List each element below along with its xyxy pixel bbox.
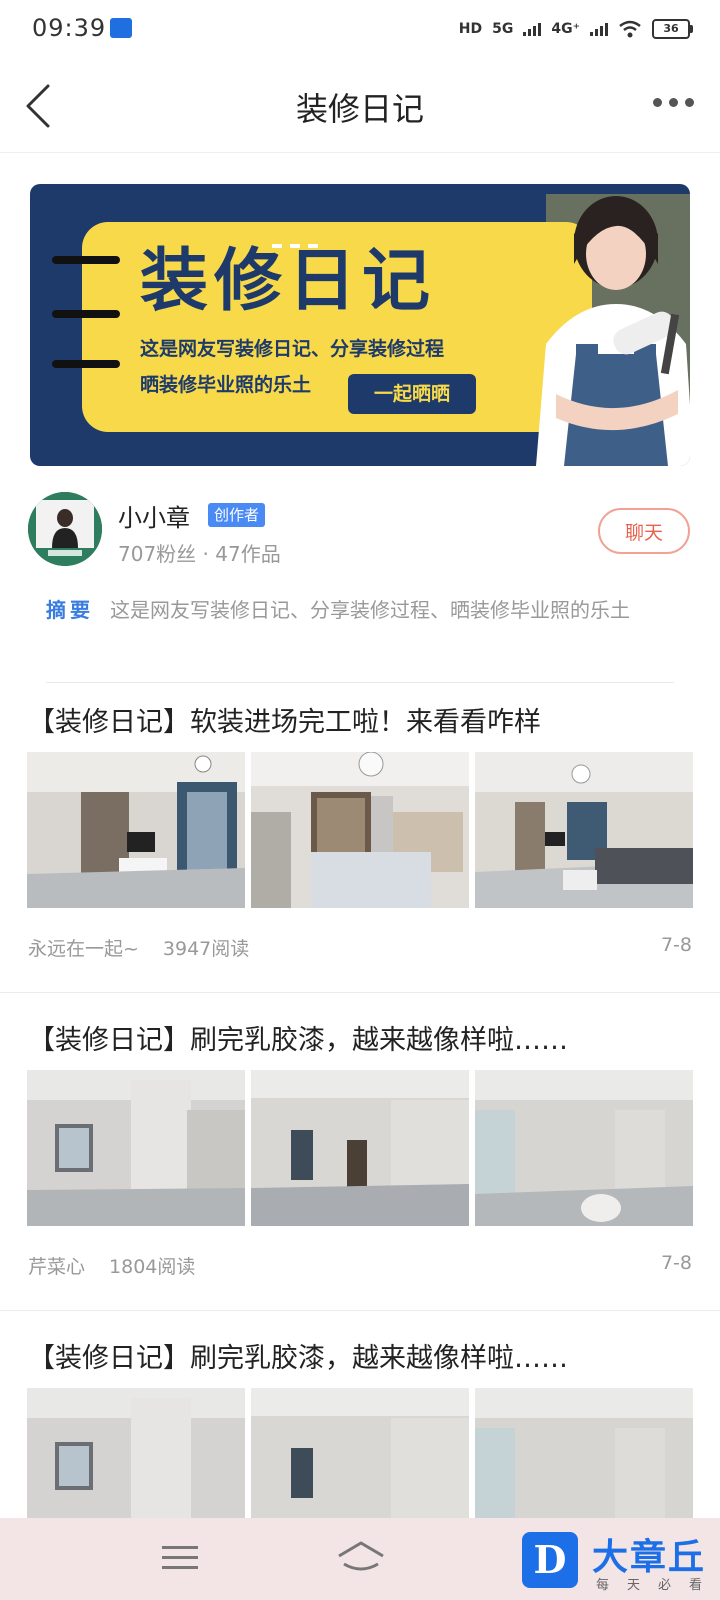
room-photo[interactable] — [27, 752, 245, 908]
article-meta: 永远在一起~ 3947阅读 — [28, 934, 249, 961]
banner-subtitle: 这是网友写装修日记、分享装修过程 — [140, 338, 445, 360]
battery-icon: 36 — [652, 19, 693, 39]
summary-label: 摘要 — [46, 598, 94, 622]
banner-person-image — [536, 194, 690, 466]
notebook-ring-icon — [52, 310, 120, 318]
article-author: 永远在一起~ — [28, 938, 139, 960]
article-date: 7-8 — [660, 1252, 692, 1274]
notification-app-icon — [110, 18, 132, 38]
article-card[interactable]: 【装修日记】刷完乳胶漆，越来越像样啦…… — [0, 1336, 720, 1518]
top-app-bar: 装修日记 — [0, 60, 720, 153]
article-card[interactable]: 【装修日记】刷完乳胶漆，越来越像样啦…… 芹菜心 1804阅读 7-8 — [0, 1018, 720, 1312]
logo-subtitle: 每天必看 — [596, 1578, 720, 1593]
divider — [0, 992, 720, 993]
room-photo[interactable] — [475, 1070, 693, 1226]
bottom-navigation-bar: D 大章丘 每天必看 — [0, 1518, 720, 1600]
summary: 摘要 这是网友写装修日记、分享装修过程、晒装修毕业照的乐土 — [46, 596, 676, 624]
hd-label: HD — [458, 21, 483, 37]
divider — [46, 682, 674, 683]
promo-banner[interactable]: 装修日记 这是网友写装修日记、分享装修过程 晒装修毕业照的乐土 一起晒晒 — [30, 184, 690, 466]
article-thumbnails — [27, 1388, 693, 1518]
article-thumbnails — [27, 1070, 693, 1226]
banner-subtitle-2: 晒装修毕业照的乐土 — [140, 374, 312, 396]
article-reads: 3947阅读 — [162, 938, 250, 960]
room-photo[interactable] — [475, 752, 693, 908]
article-reads: 1804阅读 — [109, 1256, 196, 1278]
author-name[interactable]: 小小章 — [118, 498, 190, 533]
status-bar: 09:39 HD 5G 4G⁺ 36 — [0, 0, 720, 60]
4g-label: 4G⁺ — [551, 21, 580, 37]
logo-text: 大章丘 — [592, 1537, 707, 1578]
article-title[interactable]: 【装修日记】刷完乳胶漆，越来越像样啦…… — [28, 1018, 568, 1057]
notebook-ring-icon — [52, 256, 120, 264]
room-photo[interactable] — [27, 1388, 245, 1518]
article-card[interactable]: 【装修日记】软装进场完工啦！来看看咋样 永远在一起~ 3947阅读 7-8 — [0, 700, 720, 994]
status-indicators: HD 5G 4G⁺ 36 — [458, 14, 693, 44]
wifi-icon — [619, 20, 641, 38]
banner-title: 装修日记 — [140, 242, 437, 321]
author-stats: 707粉丝 · 47作品 — [118, 542, 281, 566]
signal-4g-icon — [590, 22, 608, 36]
creator-badge: 创作者 — [208, 503, 266, 527]
summary-text: 这是网友写装修日记、分享装修过程、晒装修毕业照的乐土 — [110, 598, 630, 622]
avatar[interactable] — [28, 492, 102, 566]
menu-icon[interactable] — [162, 1544, 198, 1572]
notebook-ring-icon — [52, 360, 120, 368]
room-photo[interactable] — [251, 752, 469, 908]
article-title[interactable]: 【装修日记】软装进场完工啦！来看看咋样 — [28, 700, 541, 739]
article-date: 7-8 — [660, 934, 692, 956]
article-thumbnails — [27, 752, 693, 908]
more-icon[interactable] — [653, 98, 694, 107]
room-photo[interactable] — [251, 1388, 469, 1518]
chat-button[interactable]: 聊天 — [598, 508, 690, 554]
room-photo[interactable] — [251, 1070, 469, 1226]
signal-5g-icon — [523, 22, 542, 36]
banner-cta-button[interactable]: 一起晒晒 — [348, 374, 476, 414]
room-photo[interactable] — [27, 1070, 245, 1226]
status-time: 09:39 — [32, 14, 107, 42]
page-title: 装修日记 — [295, 90, 424, 128]
divider — [0, 1310, 720, 1311]
room-photo[interactable] — [475, 1388, 693, 1518]
logo-icon: D — [522, 1532, 578, 1588]
5g-label: 5G — [492, 21, 514, 37]
article-title[interactable]: 【装修日记】刷完乳胶漆，越来越像样啦…… — [28, 1336, 568, 1375]
article-meta: 芹菜心 1804阅读 — [28, 1252, 195, 1279]
home-icon[interactable] — [336, 1540, 386, 1574]
article-author: 芹菜心 — [28, 1256, 86, 1278]
